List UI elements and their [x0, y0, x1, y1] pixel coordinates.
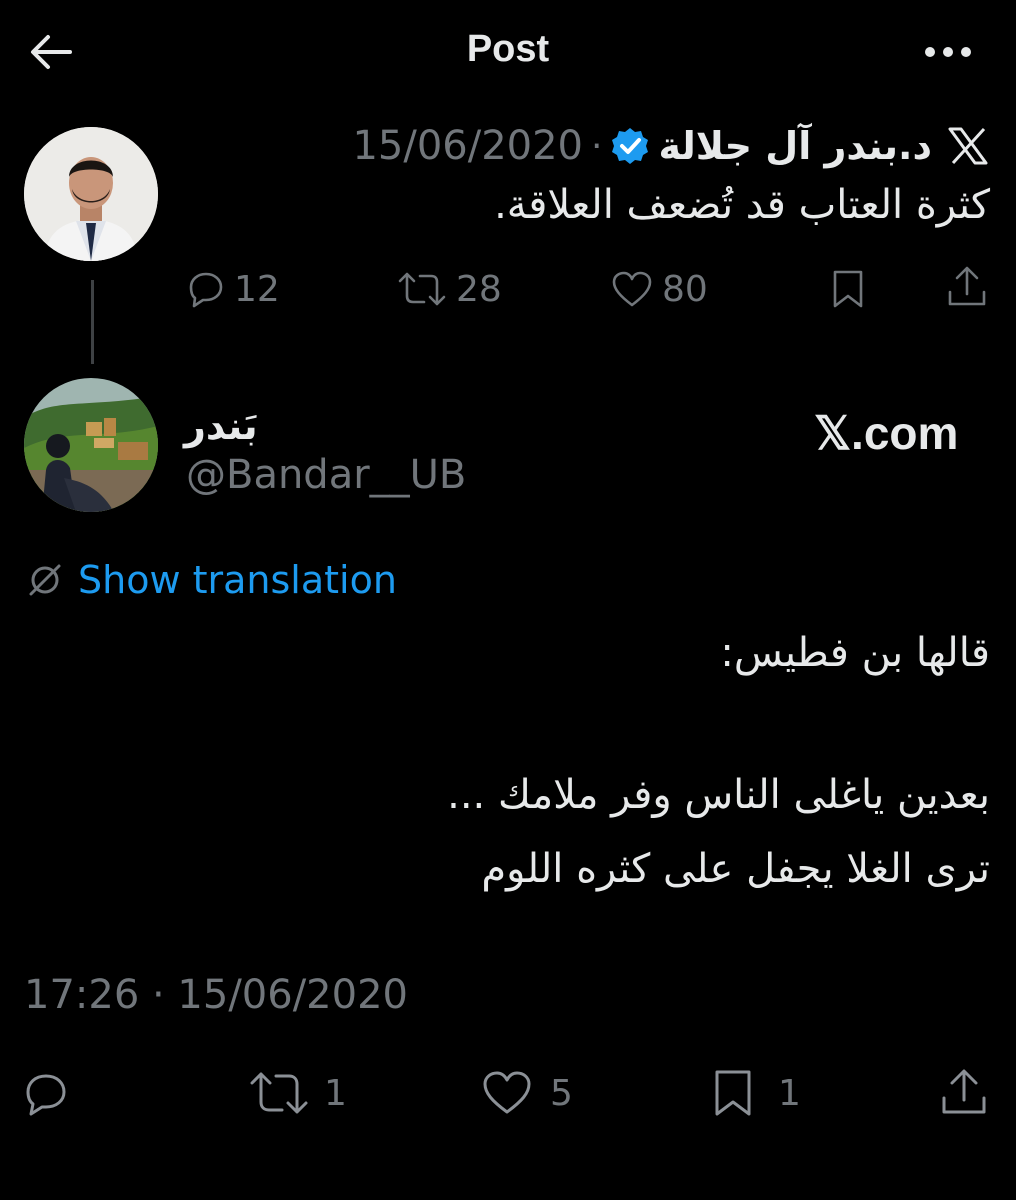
quoted-share-button[interactable] — [944, 264, 990, 310]
show-translation-link[interactable]: Show translation — [26, 556, 397, 604]
more-options-button[interactable] — [918, 40, 978, 64]
watermark-text: 𝕏.com — [814, 407, 959, 459]
quoted-repost-count: 28 — [456, 268, 502, 310]
reply-icon — [26, 1074, 66, 1116]
quoted-like-count: 80 — [662, 268, 708, 310]
reply-button[interactable] — [22, 1070, 70, 1118]
bookmark-icon — [833, 270, 863, 308]
verified-badge-icon — [612, 128, 649, 164]
heart-icon — [612, 271, 652, 307]
repost-icon — [250, 1072, 308, 1114]
share-icon — [948, 266, 986, 306]
avatar-landscape — [24, 378, 158, 512]
show-translation-label[interactable]: Show translation — [78, 558, 397, 602]
author-avatar[interactable] — [24, 378, 158, 512]
post-timestamp[interactable]: 17:26 · 15/06/2020 — [24, 972, 408, 1018]
avatar-portrait — [24, 127, 158, 261]
heart-icon — [483, 1071, 531, 1114]
repost-button[interactable]: 1 — [248, 1068, 347, 1118]
repost-icon — [398, 272, 446, 306]
post-text-line-2: بعدين ياغلى الناس وفر ملامك ... — [447, 772, 990, 818]
page-title: Post — [466, 28, 550, 70]
quoted-bookmark-button[interactable] — [828, 268, 868, 310]
share-icon — [942, 1069, 986, 1114]
thread-connector-line — [91, 280, 94, 364]
like-count: 5 — [550, 1072, 573, 1114]
like-button[interactable]: 5 — [480, 1068, 573, 1118]
quoted-post-header: 15/06/2020 · د.بندر آل جلالة — [352, 118, 932, 174]
quoted-display-name[interactable]: د.بندر آل جلالة — [658, 124, 932, 168]
quoted-avatar[interactable] — [24, 127, 158, 261]
bookmark-count: 1 — [778, 1072, 801, 1114]
post-text-line-3: ترى الغلا يجفل على كثره اللوم — [481, 846, 990, 892]
quoted-post-date: 15/06/2020 — [352, 123, 583, 169]
repost-count: 1 — [324, 1072, 347, 1114]
author-handle[interactable]: @Bandar__UB — [186, 452, 466, 498]
more-icon — [925, 47, 971, 57]
author-name[interactable]: بَندر — [184, 404, 258, 448]
bookmark-icon — [715, 1070, 751, 1116]
quoted-repost-button[interactable]: 28 — [396, 264, 502, 314]
x-logo-icon — [946, 126, 990, 166]
bookmark-button[interactable]: 1 — [710, 1068, 801, 1118]
quoted-post-text: كثرة العتاب قد تُضعف العلاقة. — [494, 182, 990, 228]
translate-off-icon — [29, 564, 61, 596]
quoted-reply-count: 12 — [234, 268, 280, 310]
dot-separator: · — [590, 125, 603, 167]
share-button[interactable] — [938, 1066, 990, 1118]
post-text-line-1: قالها بن فطيس: — [720, 630, 990, 676]
reply-icon — [189, 272, 223, 308]
quoted-like-button[interactable]: 80 — [610, 264, 708, 314]
quoted-reply-button[interactable]: 12 — [186, 264, 280, 314]
